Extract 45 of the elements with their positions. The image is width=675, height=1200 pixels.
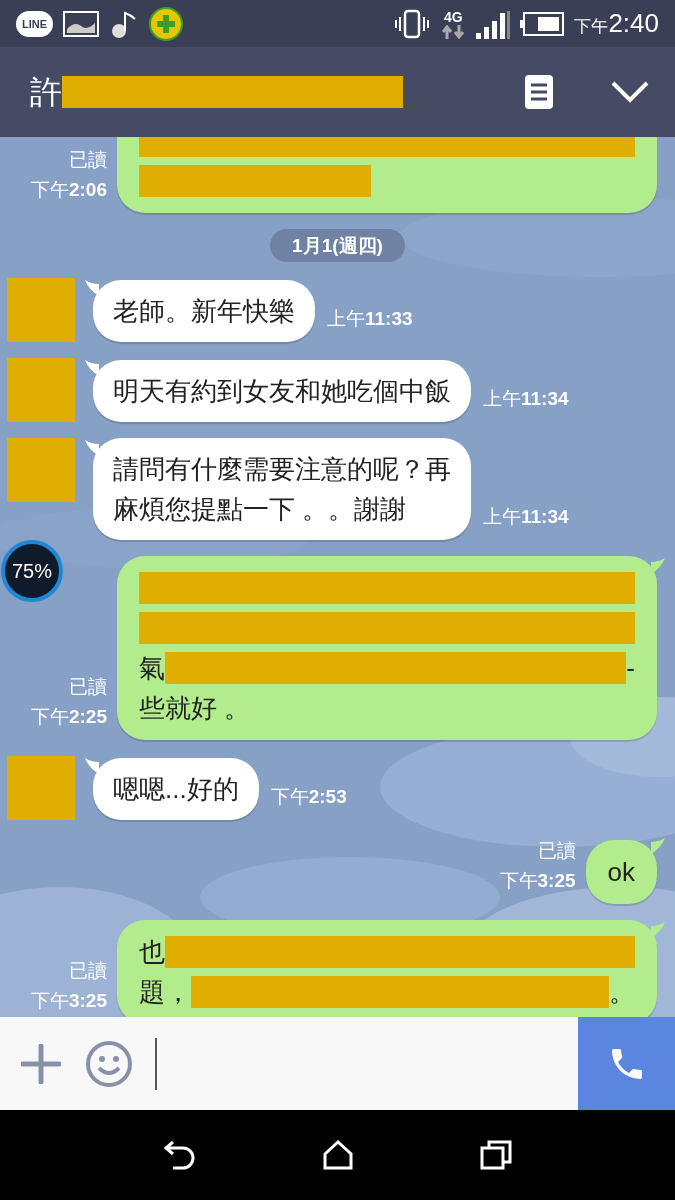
vibrate-icon bbox=[394, 8, 431, 39]
read-receipt: 已讀 bbox=[537, 839, 576, 863]
message-time: 下午2:53 bbox=[270, 785, 347, 809]
chevron-down-icon[interactable] bbox=[611, 81, 649, 103]
app-badge: LINE bbox=[16, 10, 54, 37]
emoji-icon[interactable] bbox=[85, 1039, 133, 1088]
message-text: 老師。新年快樂 bbox=[113, 295, 295, 328]
data-arrows-icon bbox=[440, 24, 467, 39]
image-icon bbox=[63, 10, 100, 37]
message-text: ok bbox=[607, 856, 635, 889]
home-icon[interactable] bbox=[323, 1140, 354, 1170]
call-button[interactable] bbox=[578, 1017, 675, 1110]
message-time: 上午11:33 bbox=[327, 307, 413, 331]
message-text: 請問有什麼需要注意的呢？再 bbox=[113, 453, 451, 486]
signal-icon bbox=[476, 8, 511, 39]
read-receipt: 已讀 bbox=[69, 959, 107, 983]
message-time: 下午3:25 bbox=[30, 989, 107, 1013]
message-text: 明天有約到女友和她吃個中飯 bbox=[113, 375, 451, 408]
read-receipt: 已讀 bbox=[69, 148, 107, 172]
read-receipt: 已讀 bbox=[69, 675, 107, 699]
recents-icon[interactable] bbox=[479, 1140, 512, 1170]
network-type: 4G bbox=[444, 8, 463, 25]
message-time: 下午2:25 bbox=[30, 705, 107, 729]
message-time: 下午2:06 bbox=[30, 178, 107, 202]
message-text: 題， bbox=[139, 976, 191, 1009]
notes-icon[interactable] bbox=[525, 75, 553, 109]
redaction-block bbox=[7, 756, 75, 820]
redaction-block bbox=[7, 358, 75, 422]
chat-title: 許 bbox=[30, 73, 62, 112]
message-time: 上午11:34 bbox=[483, 387, 569, 411]
plus-icon[interactable] bbox=[21, 1043, 61, 1084]
message-text: 也 bbox=[139, 936, 165, 969]
battery-icon bbox=[520, 11, 565, 36]
message-time: 下午3:25 bbox=[499, 869, 576, 893]
message-text: - bbox=[626, 652, 635, 685]
message-text: 些就好 。 bbox=[139, 692, 251, 725]
message-text: 。 bbox=[609, 976, 635, 1009]
redaction-block bbox=[7, 278, 75, 342]
message-time: 上午11:34 bbox=[483, 505, 569, 529]
plus-circle-icon bbox=[149, 6, 184, 41]
redaction-block bbox=[7, 438, 75, 502]
message-text: 嗯嗯...好的 bbox=[113, 773, 239, 806]
clock: 下午2:40 bbox=[574, 7, 659, 40]
message-text: 氣 bbox=[139, 652, 165, 685]
message-text: 麻煩您提點一下 。。謝謝 bbox=[113, 493, 407, 526]
